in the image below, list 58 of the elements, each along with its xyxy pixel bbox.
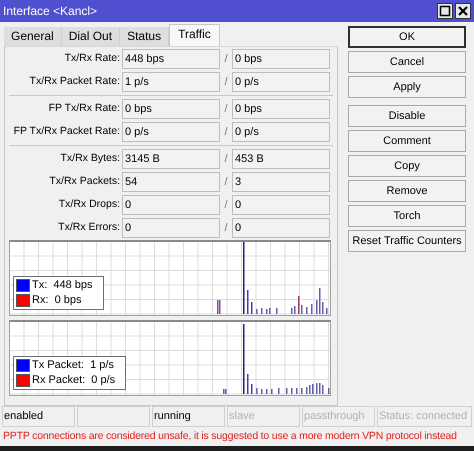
dialog-button[interactable]: Cancel [348,51,466,73]
slash-separator: / [223,220,229,236]
value-field[interactable]: 0 bps [232,99,330,119]
value-field[interactable]: 0 [122,218,220,238]
legend-label: Tx: 448 bps [32,278,93,294]
value-field[interactable]: 448 bps [122,49,220,69]
value-field[interactable]: 0 p/s [232,122,330,142]
tab[interactable]: Status [120,27,170,46]
status-cell: enabled [2,406,75,427]
field-label: Tx/Rx Drops: [58,197,121,212]
value-field[interactable]: 0 [232,195,330,215]
dialog-button[interactable]: OK [348,26,466,48]
window-title: Interface <Kancl> [3,3,98,20]
field-label: FP Tx/Rx Packet Rate: [12,124,121,140]
field-label: FP Tx/Rx Rate: [48,101,121,116]
legend-label: Rx Packet: 0 p/s [32,373,116,388]
value-field[interactable]: 0 bps [232,49,330,69]
value-field[interactable]: 0 p/s [232,72,330,92]
dialog-button[interactable]: Reset Traffic Counters [348,230,466,252]
tab[interactable]: General [4,27,62,46]
value-field[interactable]: 0 p/s [122,122,220,142]
dialog-button[interactable]: Torch [348,205,466,227]
value-field[interactable]: 54 [122,172,220,192]
dialog-button[interactable]: Apply [348,76,466,98]
slash-separator: / [223,152,229,167]
dialog-button[interactable]: Disable [348,105,466,127]
dialog-button[interactable]: Comment [348,130,466,152]
value-field[interactable]: 3145 B [122,149,220,169]
field-label: Tx/Rx Packet Rate: [28,74,121,90]
dialog-button[interactable]: Remove [348,180,466,202]
status-cell: Status: connected [377,406,472,427]
slash-separator: / [223,174,229,190]
field-label: Tx/Rx Rate: [64,51,121,66]
field-label: Tx/Rx Bytes: [59,151,121,166]
status-cell: running [152,406,225,427]
value-field[interactable]: 1 p/s [122,72,220,92]
value-field[interactable]: 453 B [232,149,330,169]
slash-separator: / [223,124,229,140]
field-label: Tx/Rx Errors: [57,220,121,236]
slash-separator: / [223,102,229,117]
slash-separator: / [223,74,229,90]
value-field[interactable]: 0 [122,195,220,215]
value-field[interactable]: 0 [232,218,330,238]
slash-separator: / [223,52,229,67]
status-cell: slave [227,406,300,427]
tab[interactable]: Traffic [169,24,220,46]
legend-label: Tx Packet: 1 p/s [32,358,114,374]
slash-separator: / [223,198,229,213]
close-icon[interactable] [455,3,471,19]
field-label: Tx/Rx Packets: [48,174,121,190]
maximize-icon[interactable] [437,3,453,19]
value-field[interactable]: 0 bps [122,99,220,119]
tab[interactable]: Dial Out [62,27,120,46]
status-cell: passthrough [302,406,375,427]
dialog-button[interactable]: Copy [348,155,466,177]
value-field[interactable]: 3 [232,172,330,192]
legend-label: Rx: 0 bps [32,293,82,308]
warning-message: PPTP connections are considered unsafe, it is suggested to use a more modern VPN protocol instead [2,429,458,444]
